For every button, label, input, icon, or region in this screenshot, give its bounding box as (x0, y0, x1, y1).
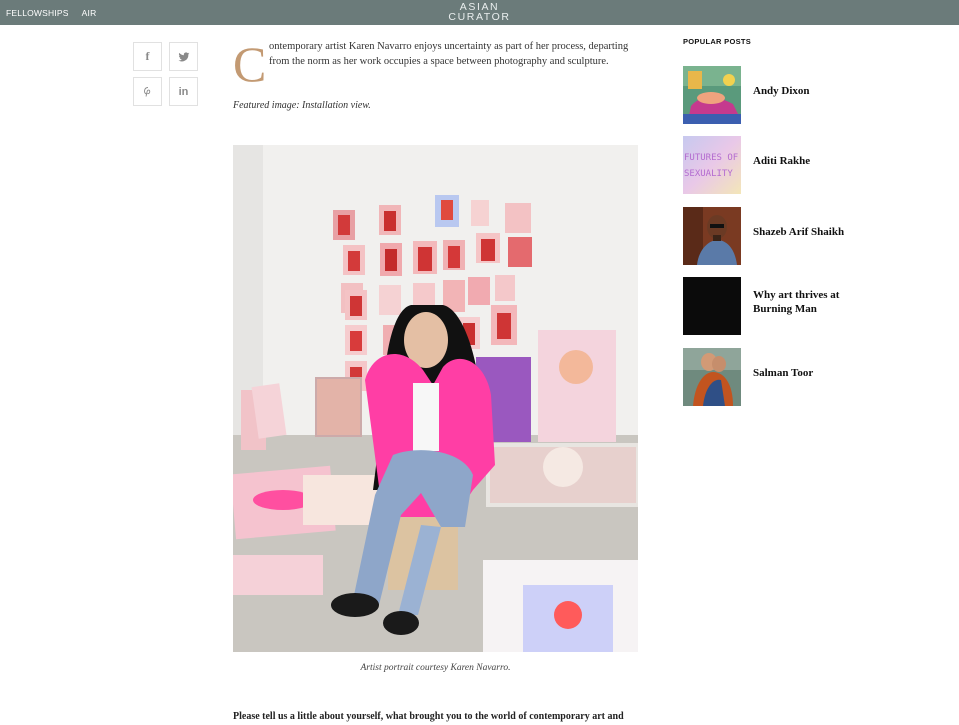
thumb-burning-man-dark (683, 277, 741, 335)
popular-post-salman-toor[interactable]: Salman Toor (683, 348, 913, 406)
post-thumbnail: FUTURES OF SEXUALITY (683, 136, 741, 194)
artist-portrait-illustration (233, 145, 638, 652)
featured-image-note: Featured image: Installation view. (233, 100, 371, 111)
share-buttons: f in (133, 42, 199, 106)
post-title: Aditi Rakhe (753, 155, 811, 167)
post-thumbnail (683, 277, 741, 335)
post-thumbnail (683, 348, 741, 406)
post-title: Andy Dixon (753, 85, 810, 97)
pinterest-icon (143, 86, 150, 97)
logo-line-curator: CURATOR (448, 11, 511, 23)
facebook-icon: f (145, 49, 150, 63)
thumb-salman-toor-painting (683, 348, 741, 406)
post-title: Why art thrives at Burning Man (753, 289, 840, 315)
share-twitter-button[interactable] (169, 42, 198, 71)
twitter-icon (178, 51, 189, 61)
image-caption: Artist portrait courtesy Karen Navarro. (360, 663, 511, 673)
popular-post-burning-man[interactable]: Why art thrives at Burning Man (683, 277, 913, 335)
popular-posts-title: POPULAR POSTS (683, 37, 752, 46)
artist-portrait-image (233, 145, 638, 652)
post-thumbnail (683, 207, 741, 265)
post-title: Salman Toor (753, 367, 814, 379)
popular-post-andy-dixon[interactable]: Andy Dixon (683, 66, 913, 124)
post-thumbnail (683, 66, 741, 124)
share-facebook-button[interactable]: f (133, 42, 162, 71)
drop-cap: C (233, 36, 267, 92)
site-logo[interactable]: ASIAN CURATOR (0, 2, 959, 23)
thumb-text-line-1: FUTURES OF (684, 153, 738, 163)
top-nav-bar: FELLOWSHIPS AIR ASIAN CURATOR (0, 0, 959, 25)
share-linkedin-button[interactable]: in (169, 77, 198, 106)
thumb-text-line-2: SEXUALITY (684, 169, 733, 179)
thumb-shazeb-portrait (683, 207, 741, 265)
linkedin-icon: in (178, 85, 189, 98)
popular-post-aditi-rakhe[interactable]: FUTURES OF SEXUALITY Aditi Rakhe (683, 136, 913, 194)
share-pinterest-button[interactable] (133, 77, 162, 106)
thumb-futures-of-sexuality: FUTURES OF SEXUALITY (683, 136, 741, 194)
interview-question: Please tell us a little about yourself, … (233, 711, 624, 722)
post-title: Shazeb Arif Shaikh (753, 226, 845, 238)
article-lead: ontemporary artist Karen Navarro enjoys … (269, 41, 629, 67)
thumb-andy-dixon-painting (683, 66, 741, 124)
popular-post-shazeb-arif-shaikh[interactable]: Shazeb Arif Shaikh (683, 207, 913, 265)
